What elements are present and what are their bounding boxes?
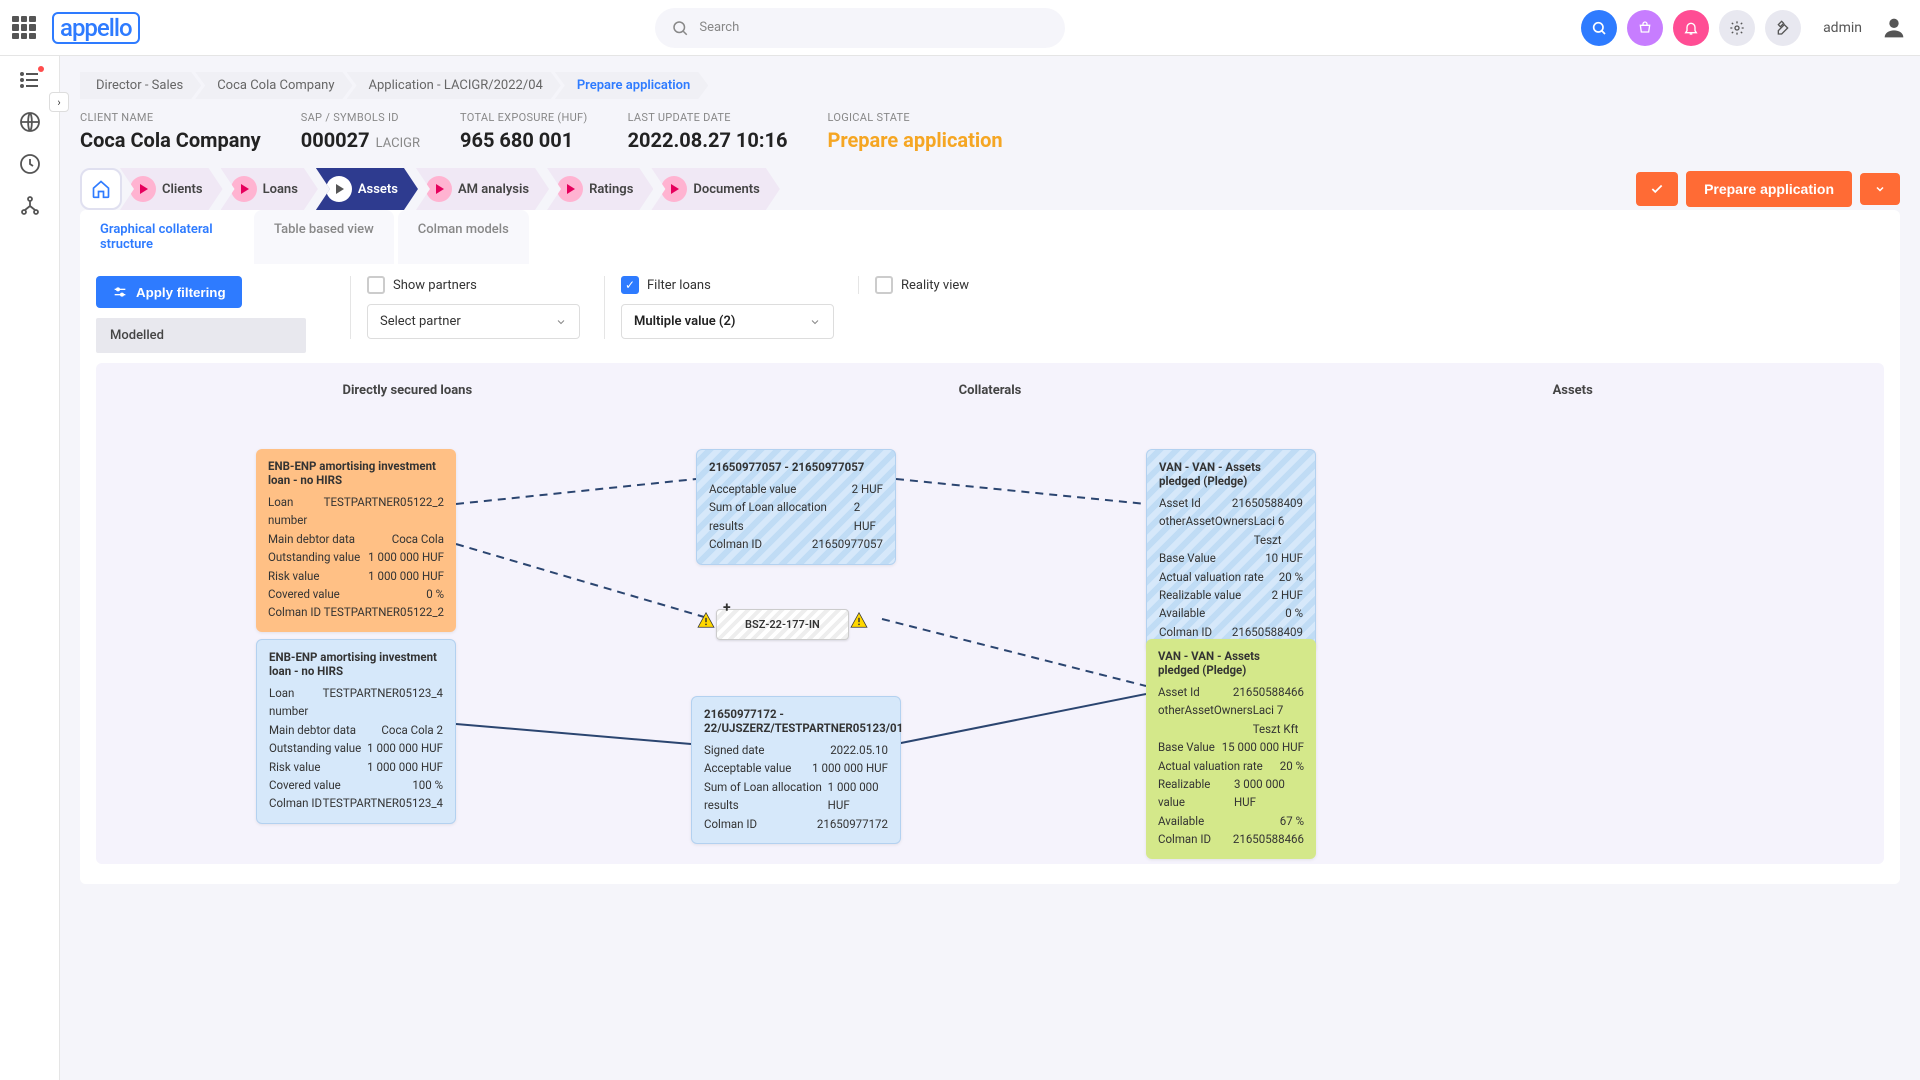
apply-filtering-button[interactable]: Apply filtering: [96, 276, 242, 308]
logo[interactable]: appello: [52, 12, 140, 44]
logical-state-value: Prepare application: [827, 128, 1002, 152]
nav-assets[interactable]: Assets: [316, 168, 418, 210]
node-pill[interactable]: + BSZ-22-177-IN: [716, 609, 849, 640]
admin-label: admin: [1823, 20, 1862, 36]
collateral-card-2[interactable]: 21650977172 - 22/UJSZERZ/TESTPARTNER0512…: [691, 696, 901, 844]
modelled-badge: Modelled: [96, 318, 306, 353]
nav-documents[interactable]: Documents: [651, 168, 779, 210]
filter-loans-dropdown[interactable]: Multiple value (2): [621, 304, 834, 339]
client-name-label: CLIENT NAME: [80, 111, 261, 124]
topbar-actions: admin: [1581, 10, 1908, 46]
crumb-0[interactable]: Director - Sales: [80, 72, 201, 99]
reality-view-checkbox[interactable]: Reality view: [875, 276, 1088, 294]
last-update-label: LAST UPDATE DATE: [628, 111, 788, 124]
sap-value: 000027LACIGR: [301, 128, 420, 152]
exposure-block: TOTAL EXPOSURE (HUF) 965 680 001: [460, 111, 588, 152]
tab-table[interactable]: Table based view: [254, 210, 394, 264]
loan-card-1[interactable]: ENB-ENP amortising investment loan - no …: [256, 449, 456, 632]
app-grid-icon[interactable]: [12, 16, 36, 40]
crumb-1[interactable]: Coca Cola Company: [195, 72, 352, 99]
prepare-dropdown-button[interactable]: [1860, 173, 1900, 205]
tree-icon[interactable]: [18, 194, 42, 218]
prepare-application-button[interactable]: Prepare application: [1686, 171, 1852, 207]
nav-loans[interactable]: Loans: [221, 168, 318, 210]
crumb-3[interactable]: Prepare application: [555, 72, 708, 99]
tasks-icon[interactable]: [18, 68, 42, 92]
show-partners-checkbox[interactable]: Show partners: [367, 276, 580, 294]
client-name-block: CLIENT NAME Coca Cola Company: [80, 111, 261, 152]
warning-icon: [850, 612, 868, 628]
nav-row: Clients Loans Assets AM analysis Ratings…: [80, 168, 1900, 210]
collateral-card-1[interactable]: 21650977057 - 21650977057 Acceptable val…: [696, 449, 896, 565]
last-update-value: 2022.08.27 10:16: [628, 128, 788, 152]
filter-loans-checkbox[interactable]: ✓Filter loans: [621, 276, 834, 294]
avatar-icon[interactable]: [1880, 14, 1908, 42]
logical-state-block: LOGICAL STATE Prepare application: [827, 111, 1002, 152]
search-icon: [671, 19, 689, 37]
sap-label: SAP / SYMBOLS ID: [301, 111, 420, 124]
select-partner-dropdown[interactable]: Select partner: [367, 304, 580, 339]
loan-card-2[interactable]: ENB-ENP amortising investment loan - no …: [256, 639, 456, 824]
header-assets: Assets: [1281, 383, 1864, 398]
asset-card-1[interactable]: VAN - VAN - Assets pledged (Pledge) Asse…: [1146, 449, 1316, 652]
nav-am-analysis[interactable]: AM analysis: [416, 168, 549, 210]
confirm-button[interactable]: [1636, 172, 1678, 206]
breadcrumb: Director - Sales Coca Cola Company Appli…: [80, 72, 1900, 99]
logical-state-label: LOGICAL STATE: [827, 111, 1002, 124]
plus-icon: +: [723, 600, 731, 616]
settings-button[interactable]: [1719, 10, 1755, 46]
search-placeholder: Search: [699, 20, 739, 35]
panel: Graphical collateral structure Table bas…: [80, 210, 1900, 884]
header-collaterals: Collaterals: [699, 383, 1282, 398]
sap-block: SAP / SYMBOLS ID 000027LACIGR: [301, 111, 420, 152]
warning-icon: [697, 612, 715, 628]
tools-button[interactable]: [1765, 10, 1801, 46]
search-input[interactable]: Search: [655, 8, 1065, 48]
basket-button[interactable]: [1627, 10, 1663, 46]
tab-colman[interactable]: Colman models: [398, 210, 529, 264]
tab-graphical[interactable]: Graphical collateral structure: [80, 210, 250, 264]
info-header: CLIENT NAME Coca Cola Company SAP / SYMB…: [80, 111, 1900, 152]
last-update-block: LAST UPDATE DATE 2022.08.27 10:16: [628, 111, 788, 152]
globe-icon[interactable]: [18, 110, 42, 134]
crumb-2[interactable]: Application - LACIGR/2022/04: [347, 72, 561, 99]
bell-button[interactable]: [1673, 10, 1709, 46]
graph-area: Directly secured loans Collaterals Asset…: [96, 363, 1884, 864]
history-icon[interactable]: [18, 152, 42, 176]
client-name-value: Coca Cola Company: [80, 128, 261, 152]
filter-row: Apply filtering Modelled Show partners S…: [96, 276, 1884, 353]
graph-headers: Directly secured loans Collaterals Asset…: [116, 383, 1864, 398]
exposure-label: TOTAL EXPOSURE (HUF): [460, 111, 588, 124]
topbar: appello Search admin: [0, 0, 1920, 56]
asset-card-2[interactable]: VAN - VAN - Assets pledged (Pledge) Asse…: [1146, 639, 1316, 859]
sidebar: ›: [0, 56, 60, 1080]
exposure-value: 965 680 001: [460, 128, 588, 152]
header-loans: Directly secured loans: [116, 383, 699, 398]
search-button[interactable]: [1581, 10, 1617, 46]
nav-ratings[interactable]: Ratings: [547, 168, 653, 210]
tabs: Graphical collateral structure Table bas…: [80, 210, 1900, 264]
home-button[interactable]: [80, 168, 122, 210]
nav-clients[interactable]: Clients: [120, 168, 223, 210]
sidebar-toggle[interactable]: ›: [49, 92, 69, 112]
main: Director - Sales Coca Cola Company Appli…: [60, 56, 1920, 1080]
search-wrap: Search: [156, 8, 1565, 48]
